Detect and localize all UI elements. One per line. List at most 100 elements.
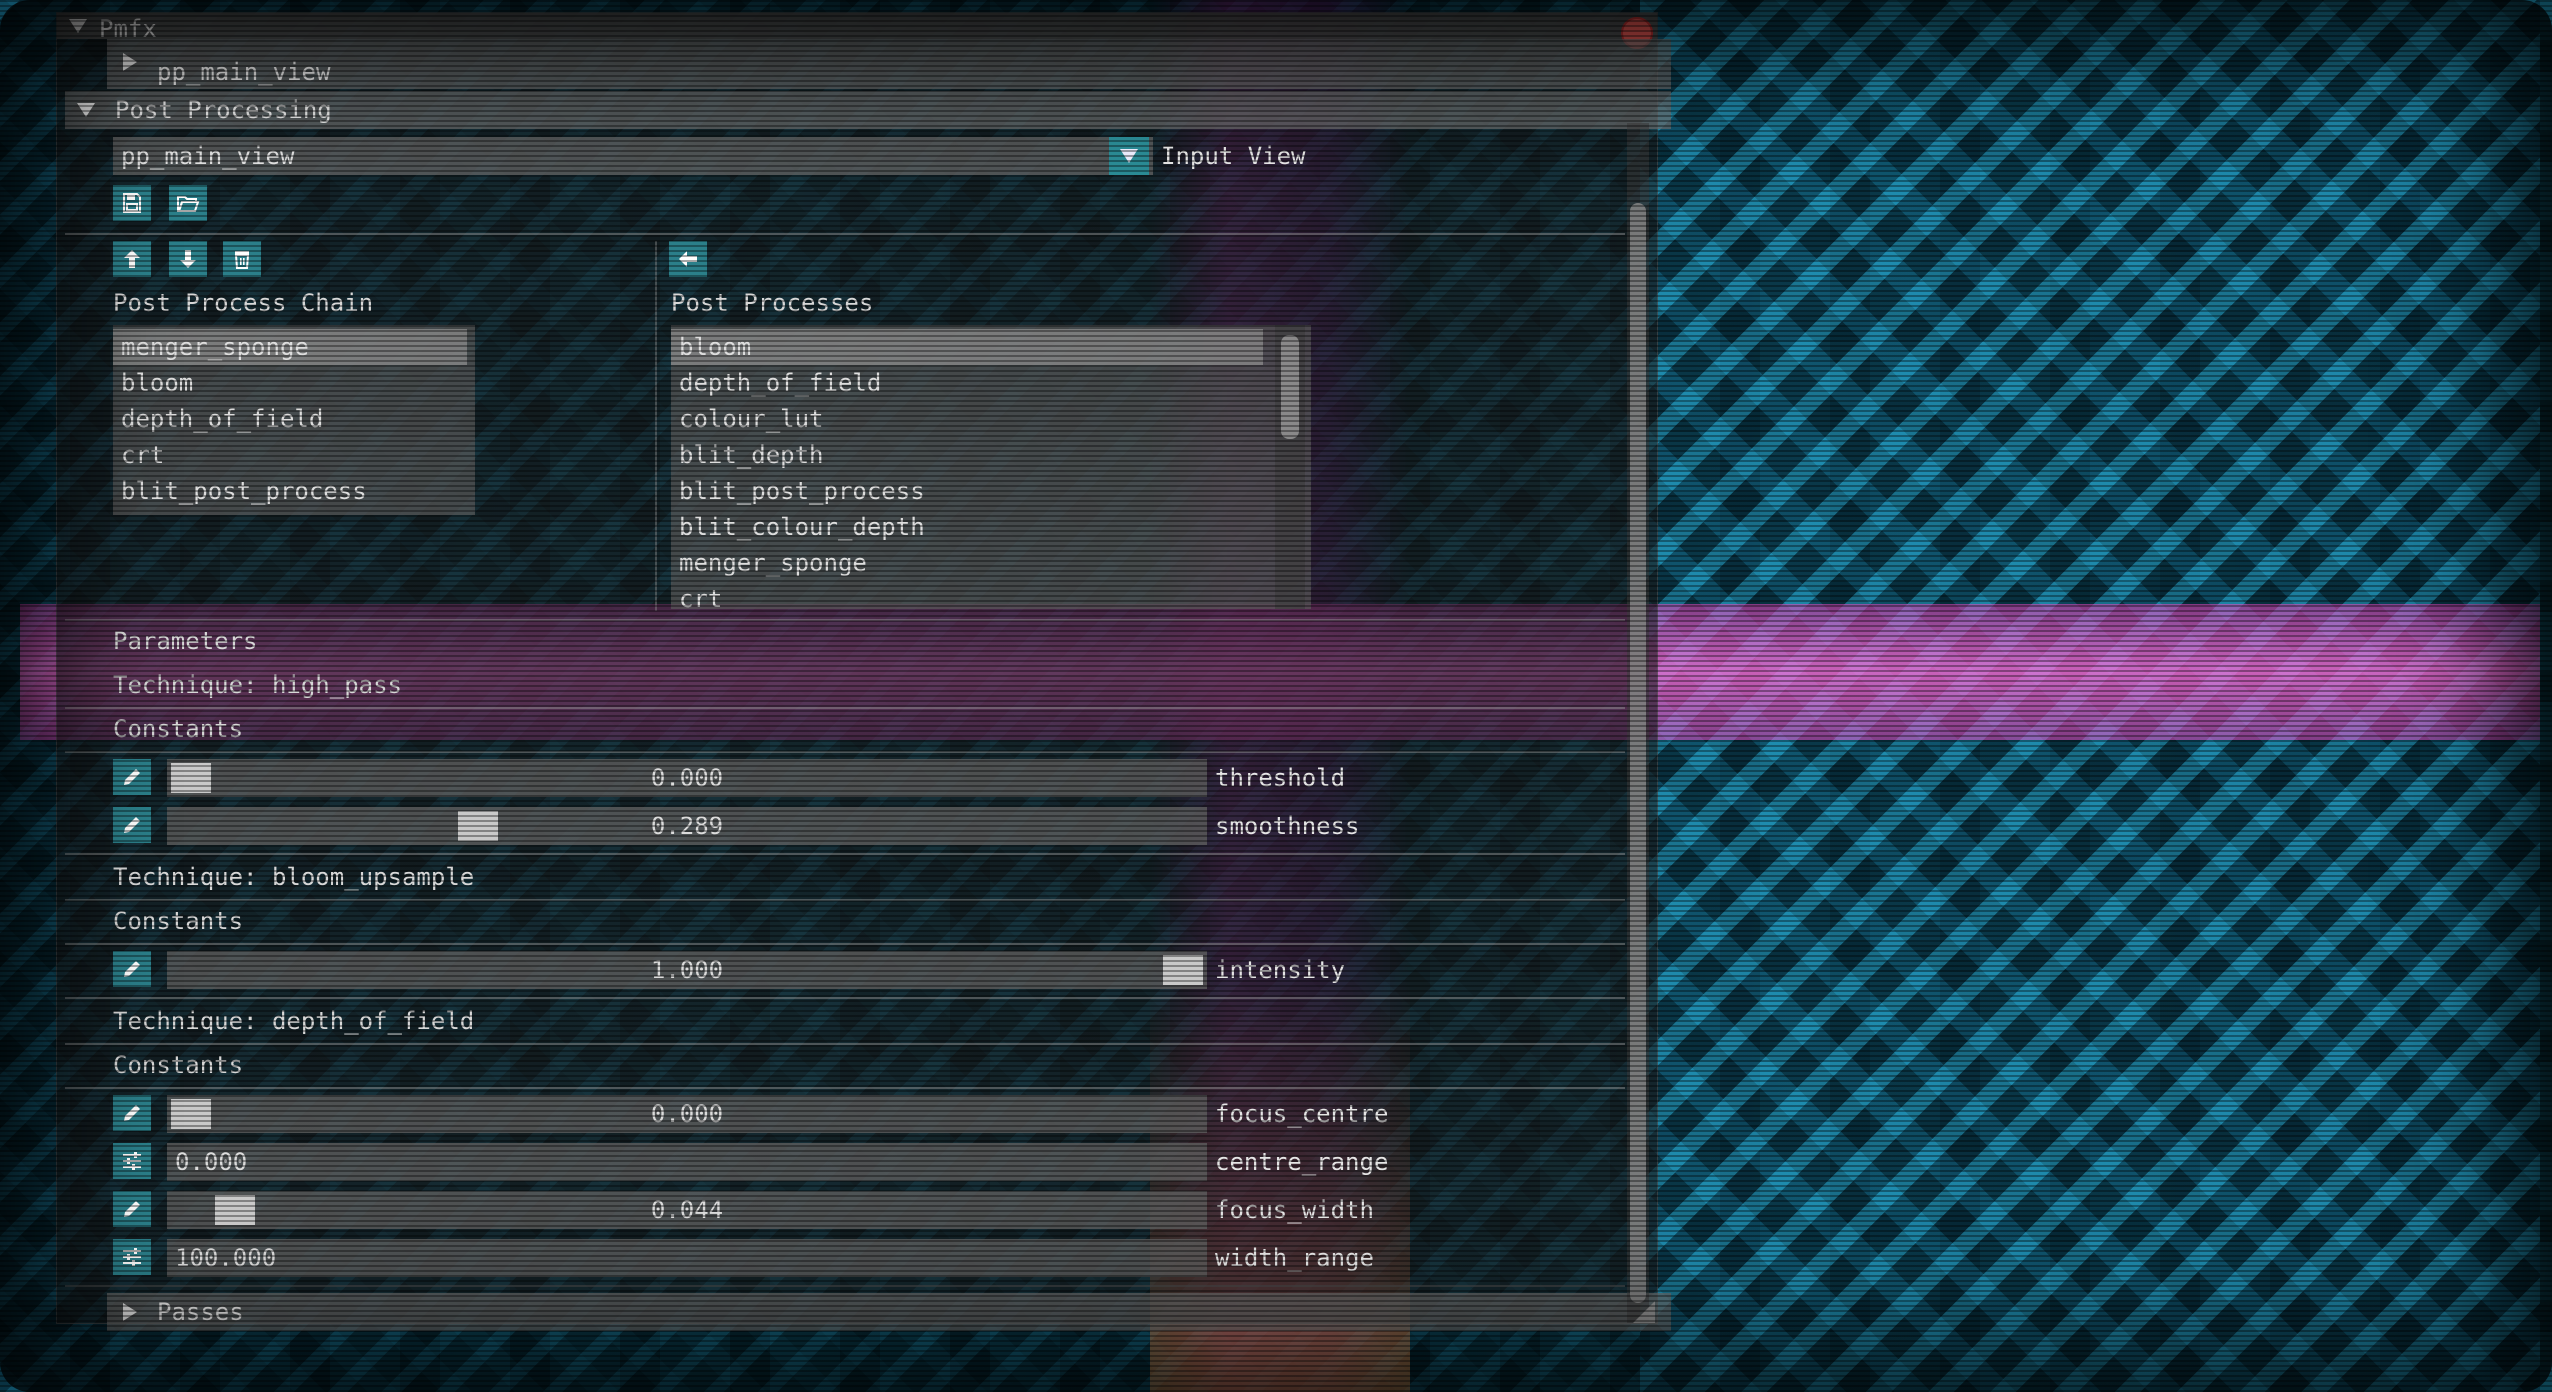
header-pp-main-view[interactable]: pp_main_view xyxy=(107,39,1671,89)
pencil-icon xyxy=(124,1201,140,1217)
focus-centre-slider[interactable]: 0.000 xyxy=(167,1095,1207,1133)
threshold-slider[interactable]: 0.000 xyxy=(167,759,1207,797)
delete-button[interactable] xyxy=(223,241,261,277)
list-item[interactable]: blit_post_process xyxy=(671,473,1263,509)
focus-width-slider[interactable]: 0.044 xyxy=(167,1191,1207,1229)
separator xyxy=(65,943,1625,945)
edit-focus-centre-button[interactable] xyxy=(113,1095,151,1131)
pencil-icon xyxy=(124,961,140,977)
list-item[interactable]: blit_post_process xyxy=(113,473,467,509)
move-down-button[interactable] xyxy=(169,241,207,277)
separator xyxy=(65,1043,1625,1045)
param-label: focus_centre xyxy=(1215,1100,1389,1128)
folder-open-icon xyxy=(177,196,200,212)
vertical-separator xyxy=(655,241,657,611)
processes-label: Post Processes xyxy=(671,289,874,317)
width-range-input[interactable]: 100.000 xyxy=(167,1239,1207,1277)
list-item[interactable]: depth_of_field xyxy=(671,365,1263,401)
collapse-triangle-icon[interactable] xyxy=(69,19,87,33)
pencil-icon xyxy=(124,1105,140,1121)
centre-range-input[interactable]: 0.000 xyxy=(167,1143,1207,1181)
pmfx-window[interactable]: Pmfx pp_main_view Post Processing pp_mai… xyxy=(56,12,1671,1331)
list-item[interactable]: menger_sponge xyxy=(113,329,467,365)
input-view-label: Input View xyxy=(1161,142,1306,170)
list-item[interactable]: blit_depth xyxy=(671,437,1263,473)
header-passes-label: Passes xyxy=(157,1298,244,1326)
arrow-up-icon xyxy=(124,250,140,268)
param-label: centre_range xyxy=(1215,1148,1389,1176)
input-value: 0.000 xyxy=(175,1148,248,1176)
list-item[interactable]: depth_of_field xyxy=(113,401,467,437)
slider-value: 1.000 xyxy=(650,956,724,984)
add-to-chain-button[interactable] xyxy=(669,241,707,277)
constants-label: Constants xyxy=(113,1051,244,1079)
slider-value: 0.289 xyxy=(650,812,724,840)
collapse-triangle-icon xyxy=(77,103,95,117)
param-label: width_range xyxy=(1215,1244,1374,1272)
technique-title: Technique: bloom_upsample xyxy=(113,863,475,891)
expand-triangle-icon xyxy=(123,1303,137,1321)
smoothness-slider[interactable]: 0.289 xyxy=(167,807,1207,845)
list-item[interactable]: bloom xyxy=(113,365,467,401)
move-up-button[interactable] xyxy=(113,241,151,277)
pencil-icon xyxy=(124,769,140,785)
separator xyxy=(65,1087,1625,1089)
open-button[interactable] xyxy=(169,185,207,221)
range-centre-button[interactable] xyxy=(113,1143,151,1179)
param-label: threshold xyxy=(1215,764,1346,792)
chain-label: Post Process Chain xyxy=(113,289,374,317)
slider-value: 0.044 xyxy=(650,1196,724,1224)
list-item[interactable]: menger_sponge xyxy=(671,545,1263,581)
list-item[interactable]: bloom xyxy=(671,329,1263,365)
trash-icon xyxy=(234,251,250,269)
constants-label: Constants xyxy=(113,907,244,935)
separator xyxy=(65,233,1625,235)
window-titlebar[interactable]: Pmfx xyxy=(57,13,1657,43)
arrow-left-icon xyxy=(679,251,697,267)
header-post-processing-label: Post Processing xyxy=(115,96,332,124)
edit-intensity-button[interactable] xyxy=(113,951,151,987)
input-value: 100.000 xyxy=(175,1244,277,1272)
header-passes[interactable]: Passes xyxy=(107,1293,1671,1331)
window-scrollbar-thumb[interactable] xyxy=(1630,203,1646,1303)
expand-triangle-icon xyxy=(123,53,137,71)
edit-smoothness-button[interactable] xyxy=(113,807,151,843)
technique-title: Technique: depth_of_field xyxy=(113,1007,475,1035)
input-view-combo[interactable]: pp_main_view xyxy=(113,137,1153,175)
header-post-processing[interactable]: Post Processing xyxy=(65,91,1671,129)
separator xyxy=(65,853,1625,855)
input-view-value: pp_main_view xyxy=(121,142,295,170)
list-scrollbar-thumb[interactable] xyxy=(1281,335,1299,439)
separator xyxy=(65,751,1625,753)
list-item[interactable]: colour_lut xyxy=(671,401,1263,437)
sliders-icon xyxy=(123,1248,141,1266)
edit-threshold-button[interactable] xyxy=(113,759,151,795)
separator xyxy=(65,1285,1625,1287)
chevron-down-icon xyxy=(1120,149,1138,163)
save-icon xyxy=(123,193,141,213)
resize-grip[interactable] xyxy=(1633,1301,1655,1323)
save-button[interactable] xyxy=(113,185,151,221)
param-label: smoothness xyxy=(1215,812,1360,840)
slider-value: 0.000 xyxy=(650,1100,724,1128)
param-label: intensity xyxy=(1215,956,1346,984)
parameters-heading: Parameters xyxy=(113,627,258,655)
header-pp-main-view-label: pp_main_view xyxy=(157,58,331,86)
range-width-button[interactable] xyxy=(113,1239,151,1275)
separator xyxy=(65,997,1625,999)
intensity-slider[interactable]: 1.000 xyxy=(167,951,1207,989)
slider-value: 0.000 xyxy=(650,764,724,792)
sliders-icon xyxy=(123,1152,141,1170)
list-item[interactable]: blit_colour_depth xyxy=(671,509,1263,545)
list-item[interactable]: crt xyxy=(113,437,467,473)
edit-focus-width-button[interactable] xyxy=(113,1191,151,1227)
combo-dropdown-button[interactable] xyxy=(1109,137,1149,175)
separator xyxy=(65,619,1625,621)
list-item[interactable]: crt xyxy=(671,581,1263,609)
separator xyxy=(65,707,1625,709)
post-process-chain-list[interactable]: menger_sponge bloom depth_of_field crt b… xyxy=(113,325,475,515)
arrow-down-icon xyxy=(180,250,196,268)
technique-title: Technique: high_pass xyxy=(113,671,402,699)
constants-label: Constants xyxy=(113,715,244,743)
post-processes-list[interactable]: bloom depth_of_field colour_lut blit_dep… xyxy=(671,325,1311,609)
